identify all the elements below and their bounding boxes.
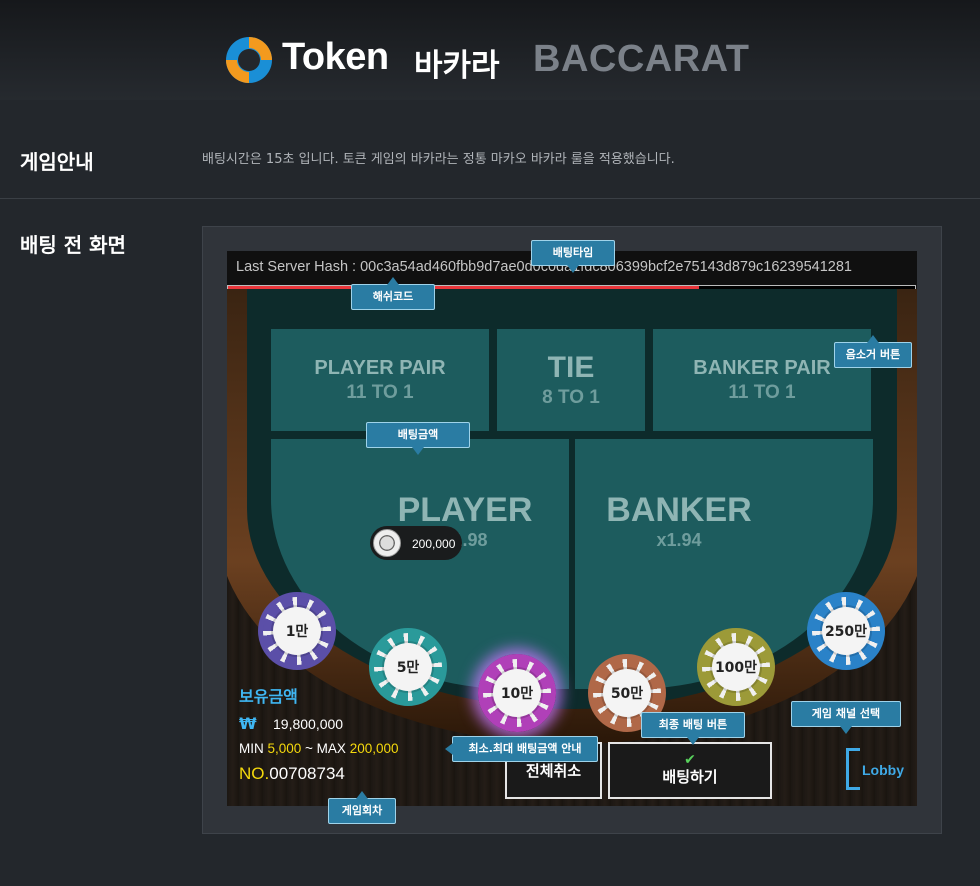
zone-name: TIE (547, 351, 595, 384)
chip-button[interactable]: 1만 (258, 592, 336, 670)
token-logo-icon (226, 37, 272, 83)
zone-name: PLAYER PAIR (314, 356, 446, 379)
zone-odds: x1.94 (656, 530, 702, 550)
zone-odds: 11 TO 1 (728, 381, 796, 403)
check-icon: ✔ (684, 752, 696, 768)
chip-label: 50만 (603, 669, 651, 717)
round-number: NO.00708734 (239, 764, 345, 784)
chip-label: 5만 (384, 643, 432, 691)
chip-label: 250만 (822, 607, 870, 655)
round-value: 00708734 (269, 764, 345, 783)
zone-odds: 11 TO 1 (346, 381, 414, 403)
player-pair-zone[interactable]: PLAYER PAIR 11 TO 1 (271, 329, 489, 431)
guide-title: 게임안내 (20, 150, 94, 174)
min-value: 5,000 (267, 741, 302, 756)
won-icon: ₩ (239, 714, 257, 733)
max-value: 200,000 (349, 741, 399, 756)
callout-min-max: 최소.최대 배팅금액 안내 (445, 736, 598, 762)
chip-button[interactable]: 10만 (478, 654, 556, 732)
brand-name: Token (282, 36, 389, 78)
screen-title: 배팅 전 화면 (20, 233, 126, 257)
zone-name: BANKER (606, 491, 752, 529)
callout-bet-time: 배팅타임 (531, 240, 615, 273)
placed-bet-amount: 200,000 (412, 537, 456, 551)
guide-description: 배팅시간은 15초 입니다. 토큰 게임의 바카라는 정통 마카오 바카라 룰을… (202, 152, 675, 167)
brand-english: BACCARAT (533, 38, 750, 80)
divider (0, 198, 980, 199)
callout-final-bet: 최종 배팅 버튼 (641, 712, 745, 745)
lobby-bracket-icon (846, 748, 860, 790)
header: Token 바카라 BACCARAT (0, 0, 980, 100)
chip-label: 1만 (273, 607, 321, 655)
round-prefix: NO. (239, 764, 270, 783)
chip-button[interactable]: 5만 (369, 628, 447, 706)
place-bet-button[interactable]: ✔ 배팅하기 (608, 742, 772, 799)
brand-korean: 바카라 (414, 48, 500, 84)
callout-round: 게임회차 (328, 791, 396, 824)
baccarat-table: PLAYER PAIR 11 TO 1 TIE 8 TO 1 BANKER PA… (227, 289, 917, 806)
zone-name: BANKER PAIR (693, 356, 831, 379)
lobby-button[interactable]: Lobby (844, 748, 904, 794)
zone-name: PLAYER (397, 491, 533, 529)
balance-title: 보유금액 (239, 687, 298, 706)
balance-value: 19,800,000 (273, 716, 344, 732)
lobby-label: Lobby (862, 762, 904, 778)
callout-mute-button: 음소거 버튼 (834, 335, 912, 368)
tie-zone[interactable]: TIE 8 TO 1 (497, 329, 645, 431)
callout-hash-code: 해쉬코드 (351, 277, 435, 310)
chip-button[interactable]: 250만 (807, 592, 885, 670)
place-bet-label: 배팅하기 (662, 768, 718, 786)
callout-channel-select: 게임 채널 선택 (791, 701, 901, 734)
max-label: ~ MAX (301, 741, 350, 756)
chip-button[interactable]: 100만 (697, 628, 775, 706)
min-label: MIN (239, 741, 268, 756)
callout-bet-amount: 배팅금액 (366, 422, 470, 455)
min-max-limit: MIN 5,000 ~ MAX 200,000 (239, 741, 399, 756)
chip-label: 10만 (493, 669, 541, 717)
chip-label: 100만 (712, 643, 760, 691)
zone-odds: 8 TO 1 (542, 387, 600, 408)
placed-chip-icon (373, 529, 401, 557)
